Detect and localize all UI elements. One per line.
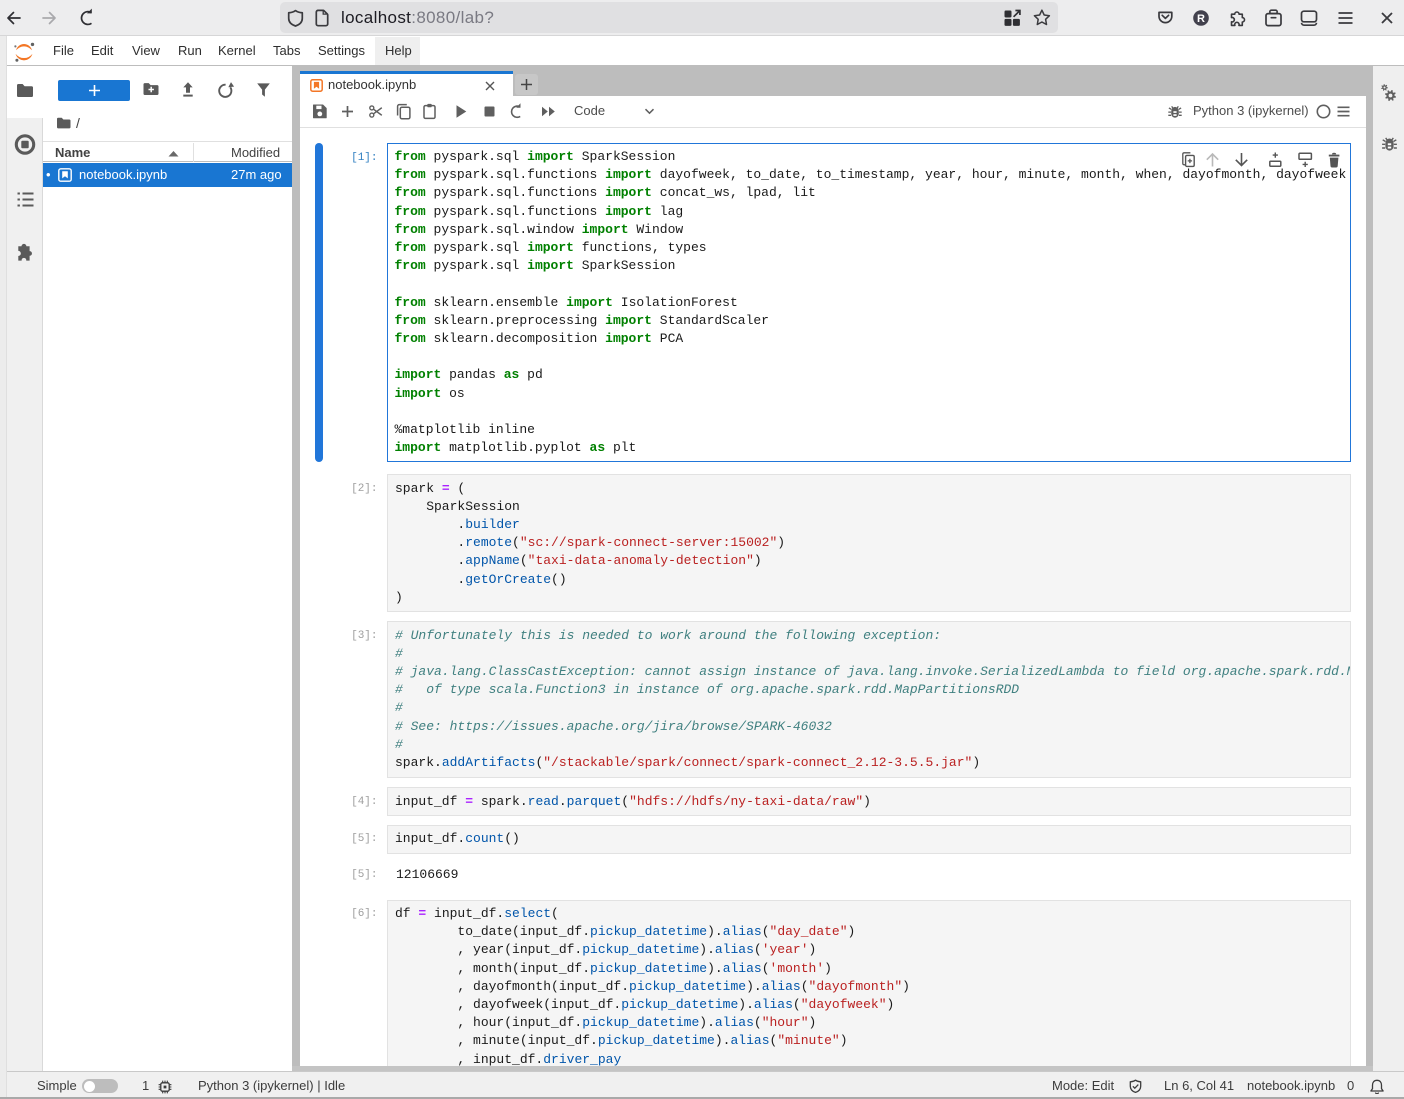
svg-text:R: R bbox=[1197, 13, 1205, 25]
